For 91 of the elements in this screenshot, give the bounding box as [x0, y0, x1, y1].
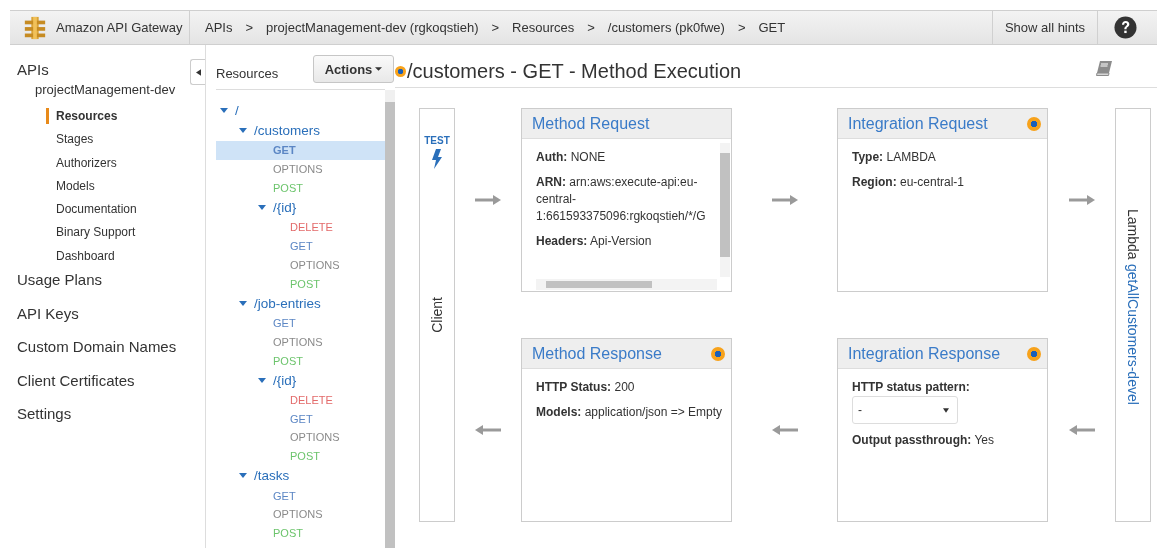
card-title-link[interactable]: Method Response	[532, 344, 662, 363]
tree-item[interactable]: /	[216, 100, 385, 121]
test-button[interactable]: TEST	[424, 135, 450, 169]
status-pattern-dropdown[interactable]: -	[852, 396, 958, 424]
nav-item[interactable]: Usage Plans	[10, 271, 103, 305]
field-text: Headers: Api-Version	[536, 233, 652, 250]
hint-icon[interactable]	[395, 65, 406, 77]
card-title-link[interactable]: Integration Response	[848, 344, 1001, 363]
collapse-tab[interactable]	[190, 59, 205, 85]
horizontal-scrollbar[interactable]	[536, 279, 717, 290]
arrow-icon	[475, 425, 501, 435]
breadcrumb-link[interactable]: projectManagement-dev (rgkoqstieh)	[266, 20, 479, 35]
nav-item[interactable]: Custom Domain Names	[10, 338, 177, 372]
nav-subitem[interactable]: Binary Support	[46, 224, 136, 241]
tree-item[interactable]: OPTIONS	[216, 159, 385, 179]
logo-icon	[23, 15, 47, 40]
api-name[interactable]: projectManagement-dev	[10, 81, 176, 108]
field-text: Models: application/json => Empty	[536, 404, 723, 421]
tree-item[interactable]: OPTIONS	[216, 504, 385, 524]
card-title-link[interactable]: Method Request	[532, 114, 650, 133]
panel-title: Resources	[216, 64, 279, 81]
tree-item[interactable]: OPTIONS	[216, 255, 385, 275]
hint-icon[interactable]	[1027, 346, 1041, 361]
breadcrumb-separator: >	[245, 20, 254, 35]
caret-icon	[375, 67, 383, 71]
field-text: ARN: arn:aws:execute-api:eu-central-1:661593375096:rgkoqstieh/*/G	[536, 174, 707, 225]
lambda-label: Lambda	[1125, 209, 1141, 260]
field-text: Type: LAMBDA	[852, 149, 936, 166]
field-text: HTTP Status: 200	[536, 379, 635, 396]
caret-icon	[943, 407, 949, 413]
tree-item[interactable]: OPTIONS	[216, 428, 385, 447]
nav-item[interactable]: Settings	[10, 405, 72, 439]
tree-item[interactable]: /customers	[216, 120, 385, 141]
breadcrumb-link[interactable]: Resources	[512, 20, 575, 35]
arrow-icon	[1068, 195, 1095, 205]
nav-subitem[interactable]: Documentation	[46, 201, 137, 218]
arrow-icon	[771, 195, 798, 205]
show-hints-button[interactable]: Show all hints	[992, 11, 1097, 44]
caret-icon	[195, 68, 201, 76]
nav-item[interactable]: APIs	[10, 61, 49, 81]
page-title: /customers - GET - Method Execution	[407, 59, 743, 83]
tree-item[interactable]: /{id}	[216, 197, 385, 218]
nav-subitem[interactable]: Resources	[46, 108, 118, 124]
actions-button[interactable]: Actions	[313, 55, 394, 83]
breadcrumb-separator: >	[491, 20, 500, 35]
client-label: Client	[429, 297, 445, 333]
hint-icon[interactable]	[711, 346, 725, 361]
breadcrumb-link[interactable]: APIs	[205, 20, 233, 35]
arrow-icon	[1068, 425, 1095, 435]
nav-subitem[interactable]: Authorizers	[46, 154, 117, 171]
arrow-icon	[475, 195, 501, 205]
field-text: Auth: NONE	[536, 149, 606, 166]
tree-item[interactable]: DELETE	[216, 217, 385, 237]
expand-caret-icon[interactable]	[239, 473, 247, 479]
help-icon	[1114, 16, 1137, 39]
tree-item[interactable]: /job-entries	[216, 293, 385, 314]
lightning-icon	[432, 149, 442, 169]
tree-item[interactable]: GET	[216, 486, 385, 505]
card-title-link[interactable]: Integration Request	[848, 114, 988, 133]
field-text: Output passthrough: Yes	[852, 432, 995, 449]
product-name[interactable]: Amazon API Gateway	[56, 20, 183, 35]
nav-subitem[interactable]: Dashboard	[46, 247, 115, 264]
tree-item[interactable]: GET	[216, 236, 385, 256]
vertical-scrollbar[interactable]	[385, 90, 395, 548]
nav-subitem[interactable]: Stages	[46, 131, 94, 148]
field-label: HTTP status pattern:	[852, 379, 970, 396]
expand-caret-icon[interactable]	[258, 205, 266, 211]
expand-caret-icon[interactable]	[220, 107, 228, 113]
nav-subitem[interactable]: Models	[46, 177, 95, 194]
expand-caret-icon[interactable]	[239, 300, 247, 306]
breadcrumb-link[interactable]: GET	[758, 20, 786, 35]
nav-item[interactable]: API Keys	[10, 304, 79, 339]
tree-item[interactable]: GET	[216, 141, 385, 160]
breadcrumb-separator: >	[587, 20, 595, 35]
tree-item[interactable]: GET	[216, 409, 385, 429]
lambda-function-link[interactable]: getAllCustomers-devel	[1125, 263, 1141, 405]
nav-item[interactable]: Client Certificates	[10, 371, 135, 406]
tree-item[interactable]: /tasks	[216, 465, 385, 487]
expand-caret-icon[interactable]	[258, 377, 266, 383]
breadcrumb-separator: >	[737, 20, 746, 35]
tree-item[interactable]: DELETE	[216, 390, 385, 410]
expand-caret-icon[interactable]	[239, 128, 247, 134]
breadcrumb-link[interactable]: /customers (pk0fwe)	[607, 20, 725, 35]
book-icon[interactable]	[1095, 61, 1113, 77]
arrow-icon	[771, 425, 798, 435]
field-text: Region: eu-central-1	[852, 174, 965, 191]
vertical-scrollbar[interactable]	[720, 143, 730, 277]
tree-item[interactable]: OPTIONS	[216, 332, 385, 352]
tree-item[interactable]: GET	[216, 313, 385, 333]
tree-item[interactable]: /{id}	[216, 369, 385, 391]
hint-icon[interactable]	[1027, 116, 1041, 131]
